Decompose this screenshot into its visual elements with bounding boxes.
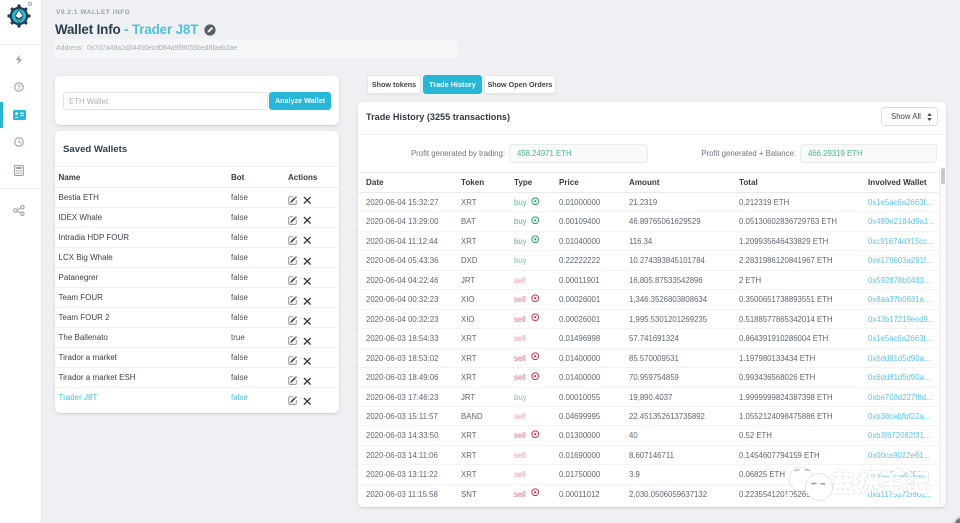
svg-text:?: ? [17,84,21,91]
